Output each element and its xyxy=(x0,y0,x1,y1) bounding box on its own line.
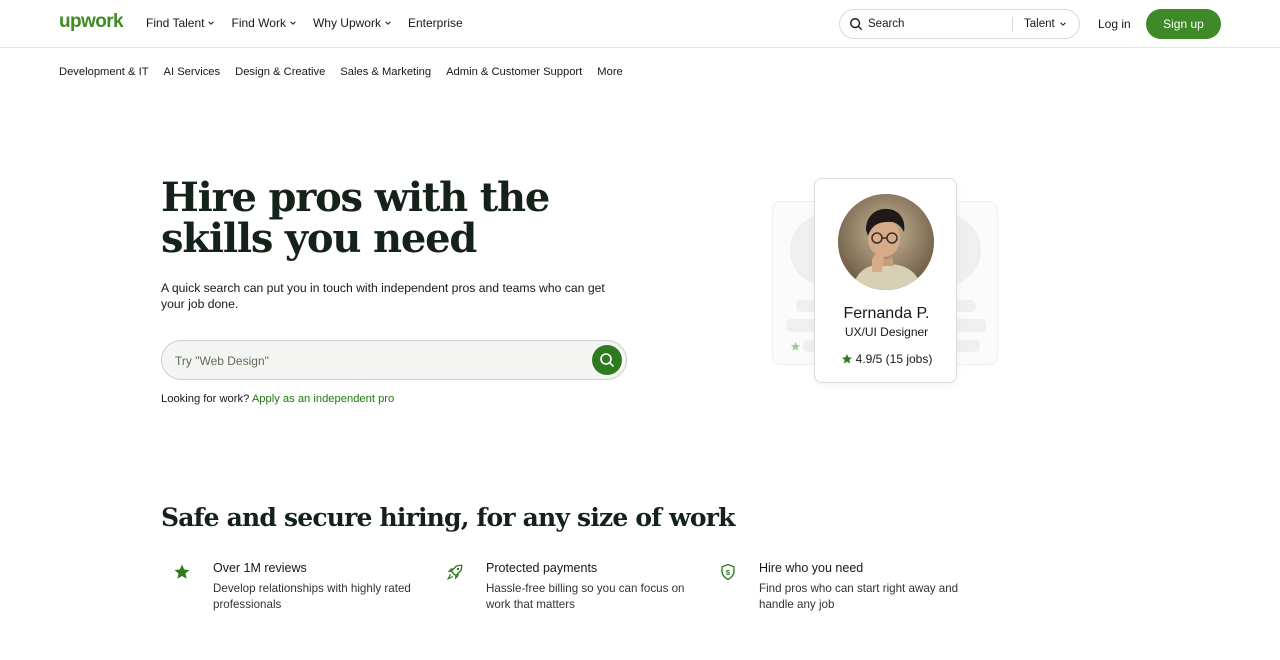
freelancer-profile-card[interactable]: Fernanda P. UX/UI Designer 4.9/5 (15 job… xyxy=(814,178,957,383)
nav-enterprise[interactable]: Enterprise xyxy=(408,16,463,30)
chevron-down-icon xyxy=(1059,22,1066,26)
work-prompt-text: Looking for work? xyxy=(161,393,250,405)
search-placeholder: Try "Web Design" xyxy=(175,354,269,368)
chevron-down-icon xyxy=(290,21,296,25)
category-more[interactable]: More xyxy=(597,66,623,78)
star-icon xyxy=(790,341,801,351)
search-icon xyxy=(600,353,615,368)
search-scope-dropdown[interactable]: Talent xyxy=(1024,18,1067,30)
nav-label: Find Talent xyxy=(146,16,205,30)
feature-description: Hassle-free billing so you can focus on … xyxy=(486,582,685,611)
feature-title: Over 1M reviews xyxy=(213,561,307,575)
search-submit-button[interactable] xyxy=(592,345,622,375)
shield-dollar-icon: $ xyxy=(721,563,735,581)
main-nav: Find Talent Find Work Why Upwork Enterpr… xyxy=(146,16,479,30)
nav-find-talent[interactable]: Find Talent xyxy=(146,16,215,30)
nav-label: Find Work xyxy=(231,16,286,30)
top-navigation: upwork Find Talent Find Work Why Upwork … xyxy=(0,0,1280,48)
rocket-icon xyxy=(446,564,463,581)
category-development-it[interactable]: Development & IT xyxy=(59,66,149,78)
feature-title: Hire who you need xyxy=(759,561,864,575)
star-icon xyxy=(841,354,852,364)
section-title: Safe and secure hiring, for any size of … xyxy=(161,503,735,532)
hero-search-input[interactable]: Try "Web Design" xyxy=(161,340,627,380)
freelancer-name: Fernanda P. xyxy=(843,305,930,322)
category-sales-marketing[interactable]: Sales & Marketing xyxy=(340,66,431,78)
nav-find-work[interactable]: Find Work xyxy=(231,16,296,30)
avatar-portrait-image xyxy=(838,194,934,290)
nav-label: Enterprise xyxy=(407,16,463,30)
chevron-down-icon xyxy=(385,21,391,25)
nav-why-upwork[interactable]: Why Upwork xyxy=(313,16,392,30)
freelancer-role: UX/UI Designer xyxy=(844,325,929,339)
header-search[interactable]: Search Talent xyxy=(839,9,1080,39)
nav-label: Why Upwork xyxy=(312,16,381,30)
signup-button[interactable]: Sign up xyxy=(1146,9,1221,39)
hero-subtitle: A quick search can put you in touch with… xyxy=(161,281,605,311)
work-prompt: Looking for work? Apply as an independen… xyxy=(161,393,394,405)
rating-text: 4.9/5 (15 jobs) xyxy=(855,352,933,366)
search-icon xyxy=(850,18,863,31)
category-admin-support[interactable]: Admin & Customer Support xyxy=(446,66,582,78)
feature-description: Find pros who can start right away and h… xyxy=(759,582,959,611)
upwork-logo[interactable]: upwork xyxy=(59,11,124,33)
svg-text:$: $ xyxy=(726,568,731,577)
login-link[interactable]: Log in xyxy=(1098,17,1131,31)
category-ai-services[interactable]: AI Services xyxy=(164,66,221,78)
hero-title: Hire pros with the skills you need xyxy=(161,174,550,262)
chevron-down-icon xyxy=(208,21,215,25)
apply-link[interactable]: Apply as an independent pro xyxy=(252,393,394,405)
divider xyxy=(1012,17,1013,32)
category-bar: Development & IT AI Services Design & Cr… xyxy=(59,66,638,78)
star-icon xyxy=(174,564,190,579)
avatar xyxy=(838,194,934,290)
search-label: Search xyxy=(868,18,905,30)
category-design-creative[interactable]: Design & Creative xyxy=(235,66,325,78)
freelancer-rating: 4.9/5 (15 jobs) xyxy=(815,352,958,366)
search-scope-label: Talent xyxy=(1024,18,1055,30)
feature-title: Protected payments xyxy=(486,561,598,575)
feature-description: Develop relationships with highly rated … xyxy=(213,582,411,611)
